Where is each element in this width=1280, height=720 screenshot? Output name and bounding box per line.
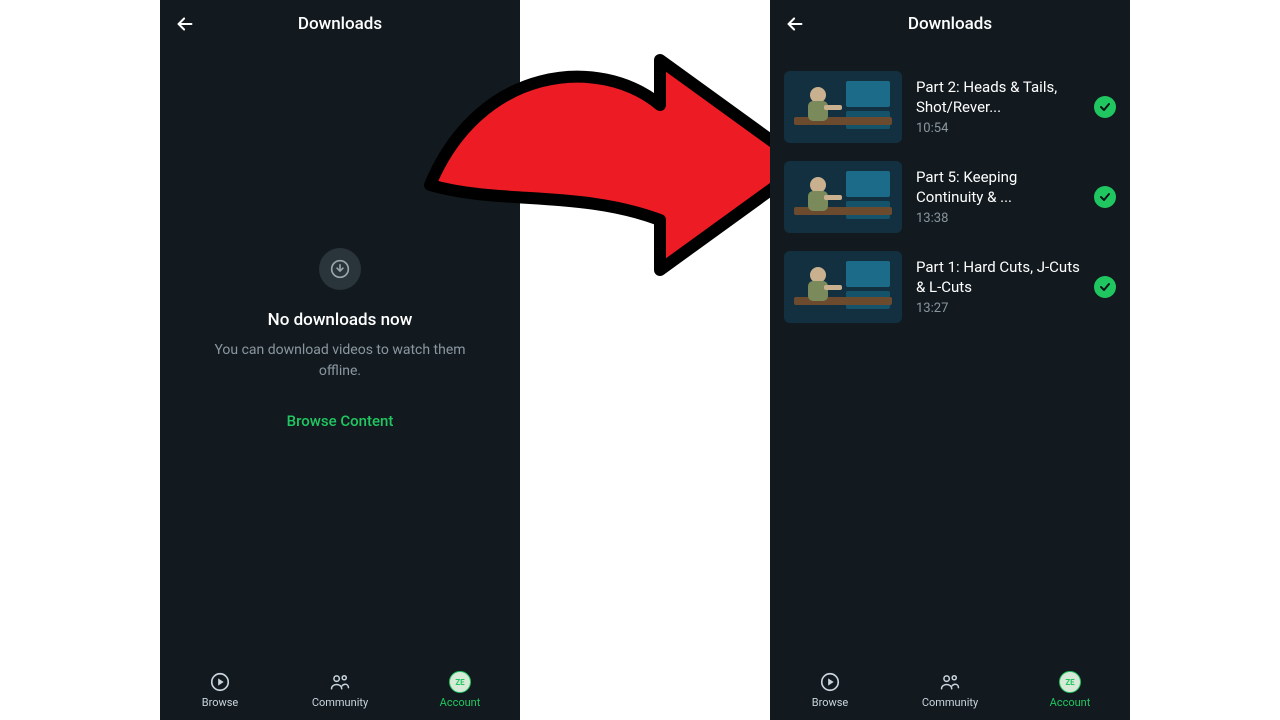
bottom-tabbar: Browse Community ZE Account (770, 660, 1130, 720)
back-button[interactable] (170, 9, 200, 39)
check-icon (1099, 191, 1111, 203)
play-circle-icon (209, 671, 231, 693)
comparison-canvas: Downloads No downloads now You can downl… (0, 0, 1280, 720)
download-complete-badge (1094, 96, 1116, 118)
avatar: ZE (1059, 671, 1081, 693)
tab-label: Browse (812, 696, 849, 709)
tab-label: Community (922, 696, 978, 709)
browse-content-link[interactable]: Browse Content (287, 412, 394, 430)
tab-community[interactable]: Community (890, 671, 1010, 709)
download-item[interactable]: Part 1: Hard Cuts, J-Cuts & L-Cuts 13:27 (770, 242, 1130, 332)
downloads-list: Part 2: Heads & Tails, Shot/Rever... 10:… (770, 48, 1130, 332)
appbar: Downloads (770, 0, 1130, 48)
tab-account[interactable]: ZE Account (1010, 671, 1130, 709)
back-arrow-icon (784, 13, 806, 35)
people-icon (329, 671, 351, 693)
tab-account[interactable]: ZE Account (400, 671, 520, 709)
check-icon (1099, 101, 1111, 113)
video-thumbnail (784, 71, 902, 143)
download-icon-circle (319, 248, 361, 290)
check-icon (1099, 281, 1111, 293)
download-item[interactable]: Part 5: Keeping Continuity & ... 13:38 (770, 152, 1130, 242)
tab-community[interactable]: Community (280, 671, 400, 709)
download-meta: Part 2: Heads & Tails, Shot/Rever... 10:… (916, 78, 1080, 136)
download-complete-badge (1094, 276, 1116, 298)
download-title: Part 1: Hard Cuts, J-Cuts & L-Cuts (916, 258, 1080, 297)
tab-label: Account (440, 696, 481, 709)
empty-downloads-state: No downloads now You can download videos… (160, 248, 520, 430)
download-item[interactable]: Part 2: Heads & Tails, Shot/Rever... 10:… (770, 62, 1130, 152)
page-title: Downloads (908, 14, 992, 34)
download-title: Part 5: Keeping Continuity & ... (916, 168, 1080, 207)
thumbnail-illustration (784, 71, 902, 143)
page-title: Downloads (298, 14, 382, 34)
back-button[interactable] (780, 9, 810, 39)
thumbnail-illustration (784, 161, 902, 233)
phone-before: Downloads No downloads now You can downl… (160, 0, 520, 720)
tab-browse[interactable]: Browse (160, 671, 280, 709)
thumbnail-illustration (784, 251, 902, 323)
tab-label: Browse (202, 696, 239, 709)
avatar: ZE (449, 671, 471, 693)
tab-browse[interactable]: Browse (770, 671, 890, 709)
download-duration: 10:54 (916, 121, 1080, 136)
avatar-icon: ZE (1059, 671, 1081, 693)
appbar: Downloads (160, 0, 520, 48)
video-thumbnail (784, 251, 902, 323)
phone-after: Downloads Part 2: Heads & Tails (770, 0, 1130, 720)
play-circle-icon (819, 671, 841, 693)
download-complete-badge (1094, 186, 1116, 208)
download-meta: Part 5: Keeping Continuity & ... 13:38 (916, 168, 1080, 226)
avatar-icon: ZE (449, 671, 471, 693)
download-duration: 13:27 (916, 301, 1080, 316)
back-arrow-icon (174, 13, 196, 35)
video-thumbnail (784, 161, 902, 233)
bottom-tabbar: Browse Community ZE Account (160, 660, 520, 720)
download-icon (330, 259, 350, 279)
download-meta: Part 1: Hard Cuts, J-Cuts & L-Cuts 13:27 (916, 258, 1080, 316)
people-icon (939, 671, 961, 693)
download-duration: 13:38 (916, 211, 1080, 226)
tab-label: Community (312, 696, 368, 709)
empty-subtitle: You can download videos to watch them of… (200, 340, 480, 382)
tab-label: Account (1050, 696, 1091, 709)
empty-title: No downloads now (268, 310, 413, 330)
download-title: Part 2: Heads & Tails, Shot/Rever... (916, 78, 1080, 117)
